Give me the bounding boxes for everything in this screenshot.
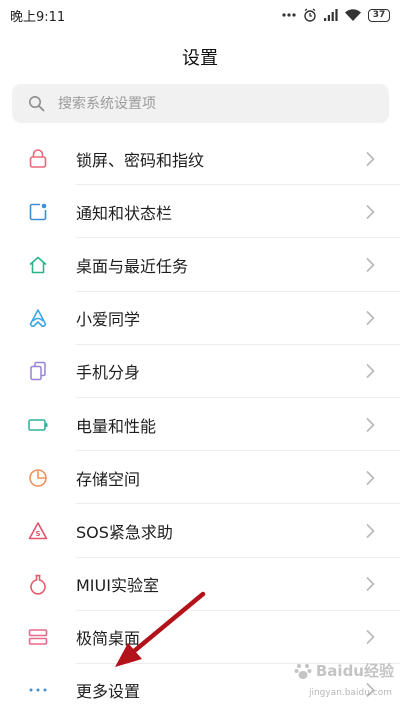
battery-icon [27,414,49,436]
wifi-icon [345,9,361,21]
home-icon [27,254,49,276]
settings-item-label: 极简桌面 [76,629,141,649]
page-title: 设置 [182,48,218,69]
settings-item-label: SOS紧急求助 [76,522,173,542]
notification-icon [27,201,49,223]
chevron-right-icon [365,576,375,592]
simple-mode-icon [27,626,49,648]
settings-item-miui-lab[interactable]: MIUI实验室 [0,558,400,611]
settings-item-storage[interactable]: 存储空间 [0,451,400,505]
status-bar: 晚上9:11 37 [0,0,400,30]
alarm-icon [303,8,317,22]
status-time: 晚上9:11 [10,10,66,25]
settings-item-label: 通知和状态栏 [76,203,173,223]
settings-item-notifications[interactable]: 通知和状态栏 [0,185,400,239]
chevron-right-icon [365,257,375,273]
second-space-icon [27,360,49,382]
settings-item-sos[interactable]: S SOS紧急求助 [0,504,400,558]
settings-item-label: 手机分身 [76,363,141,383]
status-icons: 37 [282,5,390,25]
chevron-right-icon [365,151,375,167]
baidu-paw-icon [294,663,312,679]
lock-icon [27,148,49,170]
settings-item-xiaoai[interactable]: 小爱同学 [0,292,400,345]
chevron-right-icon [365,204,375,220]
settings-item-label: 电量和性能 [76,416,157,436]
settings-item-label: 锁屏、密码和指纹 [76,150,205,170]
chevron-right-icon [365,363,375,379]
search-icon [28,95,45,116]
settings-item-label: 更多设置 [76,682,141,702]
chevron-right-icon [365,470,375,486]
search-input[interactable] [58,84,358,123]
watermark-text: Baidu经验 [315,662,394,680]
settings-item-simple-mode[interactable]: 极简桌面 [0,611,400,665]
settings-list: 锁屏、密码和指纹 通知和状态栏 桌面与最近任务 小爱同学 手机分身 电量和性能 … [0,132,400,711]
chevron-right-icon [365,523,375,539]
xiaoai-icon [27,307,49,329]
lab-icon [27,573,49,595]
settings-item-label: 小爱同学 [76,310,141,330]
chevron-right-icon [365,310,375,326]
sos-icon: S [27,520,49,542]
settings-item-label: 存储空间 [76,469,141,489]
watermark: Baidu经验 [294,660,394,681]
more-icon [27,679,49,701]
chevron-right-icon [365,629,375,645]
settings-item-battery[interactable]: 电量和性能 [0,398,400,452]
svg-text:S: S [35,530,40,538]
watermark-subtext: jingyan.baidu.com [308,688,392,698]
settings-item-label: 桌面与最近任务 [76,256,189,276]
settings-item-lockscreen[interactable]: 锁屏、密码和指纹 [0,132,400,186]
chevron-right-icon [365,417,375,433]
storage-icon [27,467,49,489]
settings-item-home-screen[interactable]: 桌面与最近任务 [0,238,400,292]
settings-item-second-space[interactable]: 手机分身 [0,345,400,399]
battery-indicator: 37 [368,8,390,22]
search-box[interactable] [12,84,389,123]
settings-item-label: MIUI实验室 [76,576,159,596]
signal-icon [324,9,338,21]
more-dots-icon [282,13,296,17]
